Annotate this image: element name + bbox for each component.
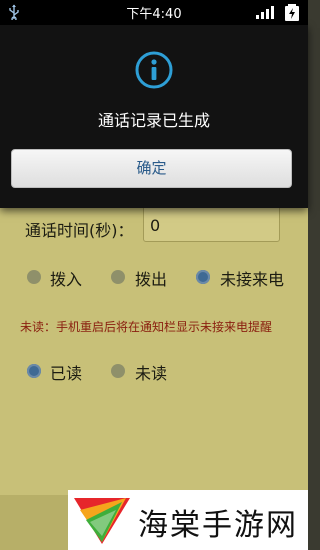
status-bar: 下午4:40	[0, 0, 308, 25]
call-type-label-missed: 未接来电	[220, 270, 285, 289]
duration-input[interactable]: 0	[143, 205, 280, 242]
watermark-logo-icon	[74, 498, 130, 544]
duration-label: 通话时间(秒)：	[25, 221, 134, 240]
ok-button[interactable]: 确定	[11, 149, 292, 188]
read-state-radio-unread[interactable]	[111, 364, 125, 378]
read-state-group: 已读 未读	[0, 358, 308, 384]
watermark: 海棠手游网	[68, 490, 308, 550]
dialog-message: 通话记录已生成	[97, 111, 210, 130]
unread-notice: 未读：手机重启后将在通知栏显示未接来电提醒	[20, 320, 273, 334]
read-state-radio-read[interactable]	[27, 364, 41, 378]
call-type-label-incoming: 拨入	[50, 270, 83, 289]
read-state-label-unread: 未读	[135, 364, 168, 383]
info-icon	[135, 51, 173, 89]
signal-icon	[256, 6, 274, 19]
watermark-text: 海棠手游网	[138, 508, 298, 543]
call-type-radio-incoming[interactable]	[27, 270, 41, 284]
info-dialog: 通话记录已生成 确定	[0, 25, 308, 208]
call-type-radio-missed[interactable]	[196, 270, 210, 284]
call-type-radio-outgoing[interactable]	[111, 270, 125, 284]
battery-icon	[285, 4, 299, 21]
call-type-label-outgoing: 拨出	[135, 270, 168, 289]
call-type-group: 拨入 拨出 未接来电	[0, 264, 308, 290]
read-state-label-read: 已读	[50, 364, 83, 383]
